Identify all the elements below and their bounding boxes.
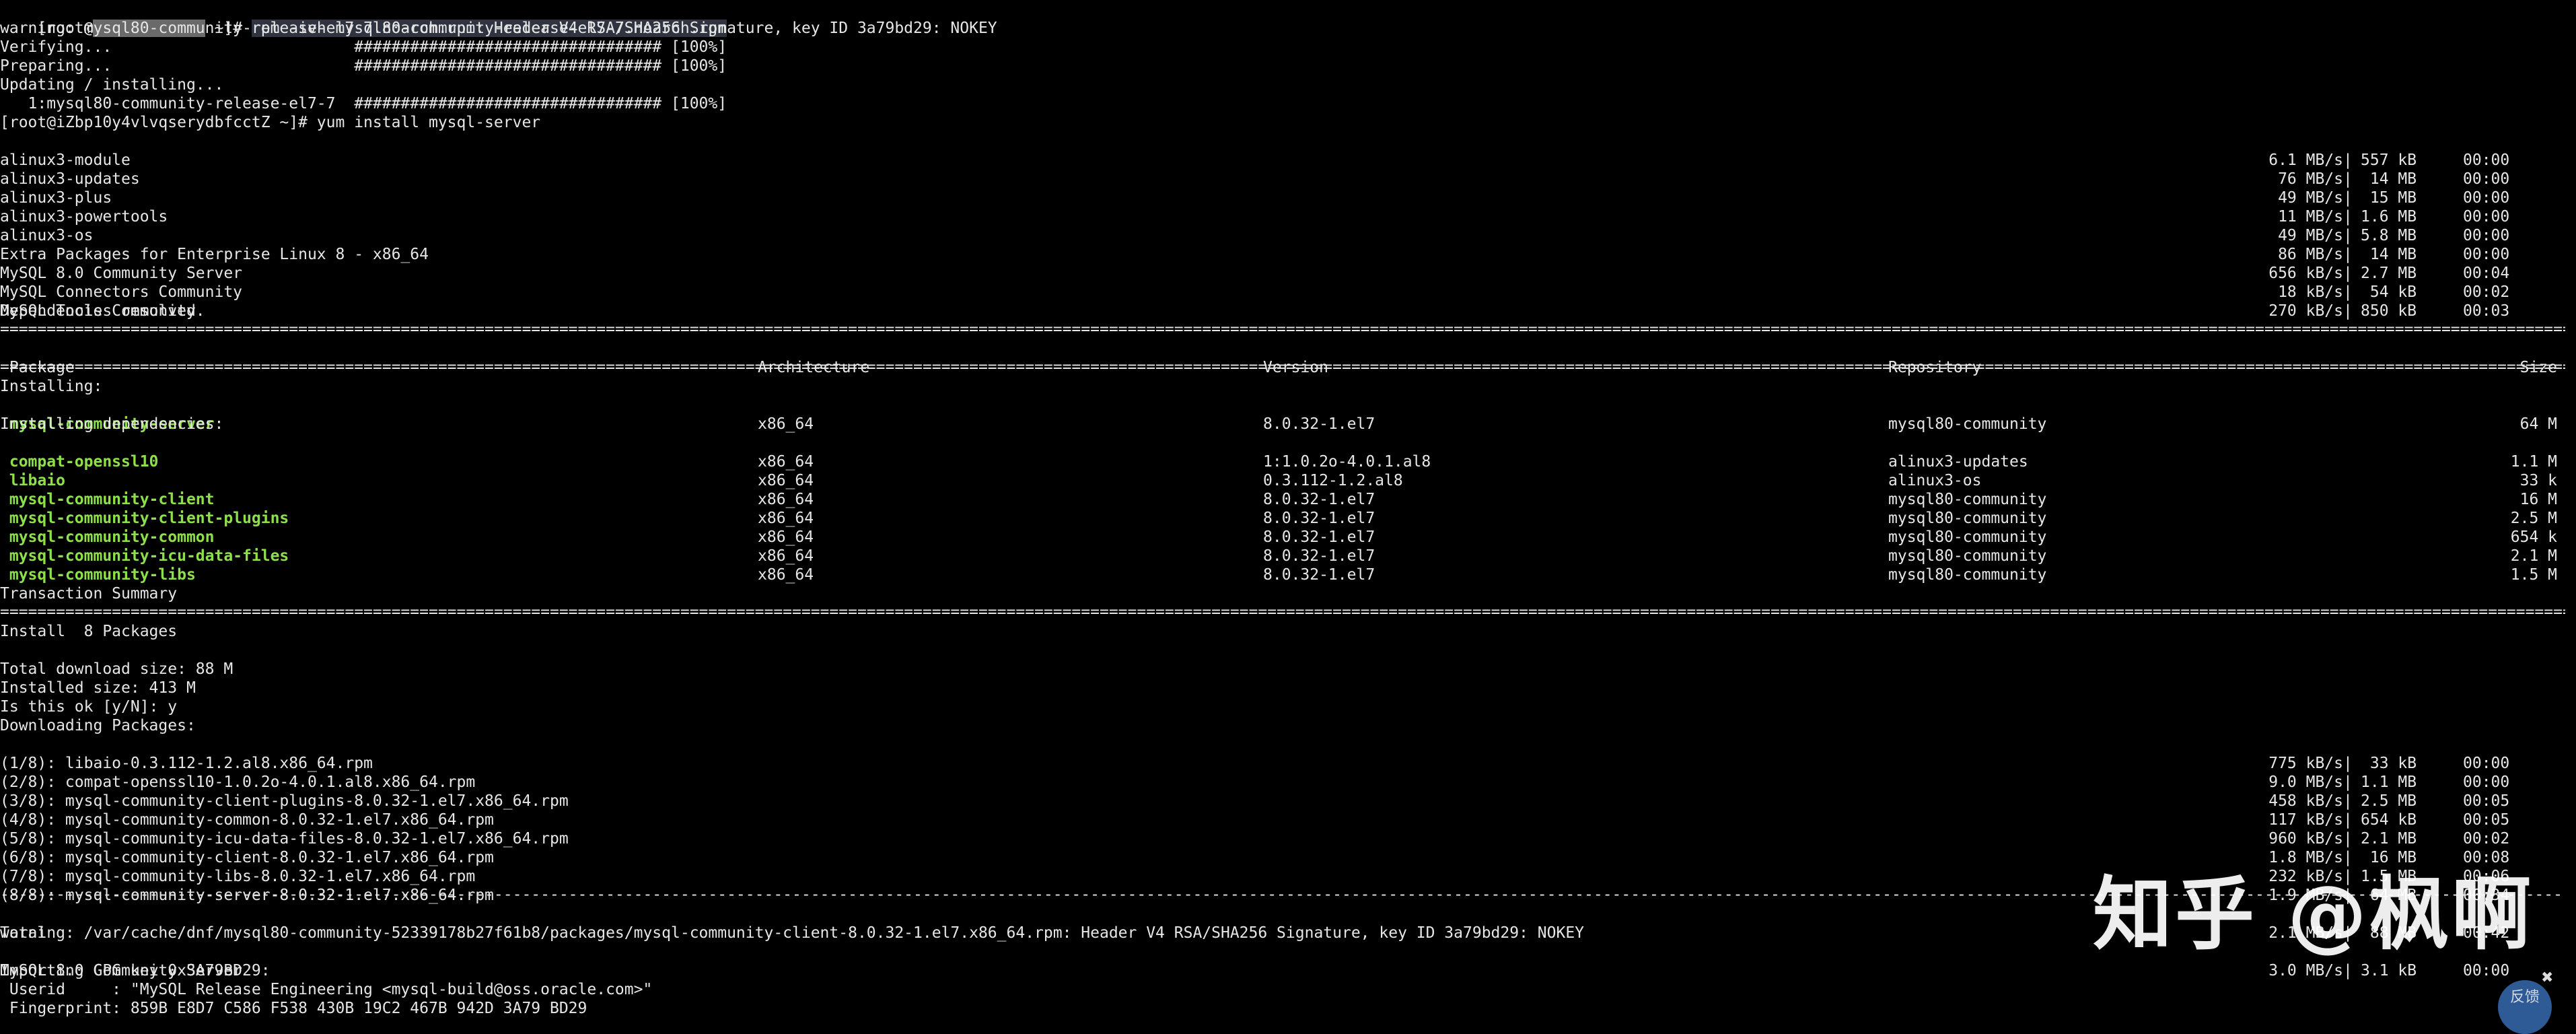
table-rule-mid: ========================================…: [0, 358, 2565, 377]
table-row: mysql-community-commonx86_648.0.32-1.el7…: [0, 509, 2576, 528]
download-line: (3/8): mysql-community-client-plugins-8.…: [0, 773, 2576, 792]
gpg-warning: warning: /var/cache/dnf/mysql80-communit…: [0, 924, 1584, 942]
deps-resolved: Dependencies resolved.: [0, 302, 205, 320]
repo-line: alinux3-updates76 MB/s| 14 MB00:00: [0, 151, 2576, 170]
rpm-warning: warning: mysql80-community-release-el7-7…: [0, 19, 997, 38]
repo-line: alinux3-module6.1 MB/s|557 kB00:00: [0, 132, 2576, 151]
installing-label: Installing:: [0, 377, 102, 396]
repo-size: 850 kB: [2361, 302, 2414, 320]
yum-prompt-line: [root@iZbp10y4vlvqserydbfcctZ ~]# yum in…: [0, 113, 540, 132]
summary-rule: ========================================…: [0, 603, 2565, 622]
repo-line: alinux3-plus49 MB/s| 15 MB00:00: [0, 170, 2576, 188]
table-rule-top: ========================================…: [0, 320, 2565, 339]
rpm-prompt-line: [root@iZbp10y4vlvq ~]# rpm -ivh mysql80-…: [0, 0, 727, 19]
feedback-button[interactable]: 反馈: [2498, 980, 2552, 1034]
download-line: (6/8): mysql-community-client-8.0.32-1.e…: [0, 829, 2576, 848]
deps-label: Installing dependencies:: [0, 415, 223, 434]
table-row: mysql-community-client-pluginsx86_648.0.…: [0, 490, 2576, 509]
confirm-prompt: Is this ok [y/N]: y: [0, 697, 177, 716]
updating-line: Updating / installing...: [0, 75, 223, 94]
repo-line: alinux3-powertools11 MB/s|1.6 MB00:00: [0, 188, 2576, 207]
table-row: mysql-community-icu-data-filesx86_648.0.…: [0, 528, 2576, 547]
table-row: mysql-community-clientx86_648.0.32-1.el7…: [0, 471, 2576, 490]
repo-rate: 270 kB/s: [2153, 302, 2343, 320]
gpg-userid: Userid : "MySQL Release Engineering <mys…: [0, 980, 652, 999]
verifying-line: Verifying... ###########################…: [0, 38, 727, 57]
table-row: mysql-community-libsx86_648.0.32-1.el7my…: [0, 547, 2576, 565]
table-row: mysql-community-serverx86_648.0.32-1.el7…: [0, 396, 2576, 415]
download-line: (5/8): mysql-community-icu-data-files-8.…: [0, 811, 2576, 829]
install-count: Install 8 Packages: [0, 622, 177, 641]
total-download-size: Total download size: 88 M: [0, 660, 233, 679]
table-row: libaiox86_640.3.112-1.2.al8alinux3-os33 …: [0, 452, 2576, 471]
installed-size: Installed size: 413 M: [0, 679, 196, 697]
transaction-summary-title: Transaction Summary: [0, 584, 177, 603]
repo-line: Extra Packages for Enterprise Linux 8 - …: [0, 226, 2576, 245]
table-header-row: PackageArchitectureVersionRepositorySize: [0, 339, 2576, 358]
preparing-line: Preparing... ###########################…: [0, 57, 727, 75]
download-line: (4/8): mysql-community-common-8.0.32-1.e…: [0, 792, 2576, 811]
package-name: mysql-community-libs: [0, 565, 196, 584]
repo-line: alinux3-os49 MB/s|5.8 MB00:00: [0, 207, 2576, 226]
gpg-fingerprint: Fingerprint: 859B E8D7 C586 F538 430B 19…: [0, 999, 587, 1018]
repo-line: MySQL Connectors Community18 kB/s| 54 kB…: [0, 264, 2576, 283]
table-row: compat-openssl10x86_641:1.0.2o-4.0.1.al8…: [0, 434, 2576, 452]
download-line: (2/8): compat-openssl10-1.0.2o-4.0.1.al8…: [0, 754, 2576, 773]
repo-line: MySQL 8.0 Community Server656 kB/s|2.7 M…: [0, 245, 2576, 264]
importing-gpg: Importing GPG key 0x3A79BD29:: [0, 961, 271, 980]
repo-line: MySQL Tools Community270 kB/s|850 kB00:0…: [0, 283, 2576, 302]
close-icon[interactable]: ✖: [2541, 969, 2553, 986]
downloading-label: Downloading Packages:: [0, 716, 196, 735]
installed-release-line: 1:mysql80-community-release-el7-7 ######…: [0, 94, 727, 113]
download-line: (1/8): libaio-0.3.112-1.2.al8.x86_64.rpm…: [0, 735, 2576, 754]
repo-time: 00:03: [2463, 302, 2509, 320]
zhihu-watermark: 知乎 @枫啊: [2093, 850, 2534, 965]
